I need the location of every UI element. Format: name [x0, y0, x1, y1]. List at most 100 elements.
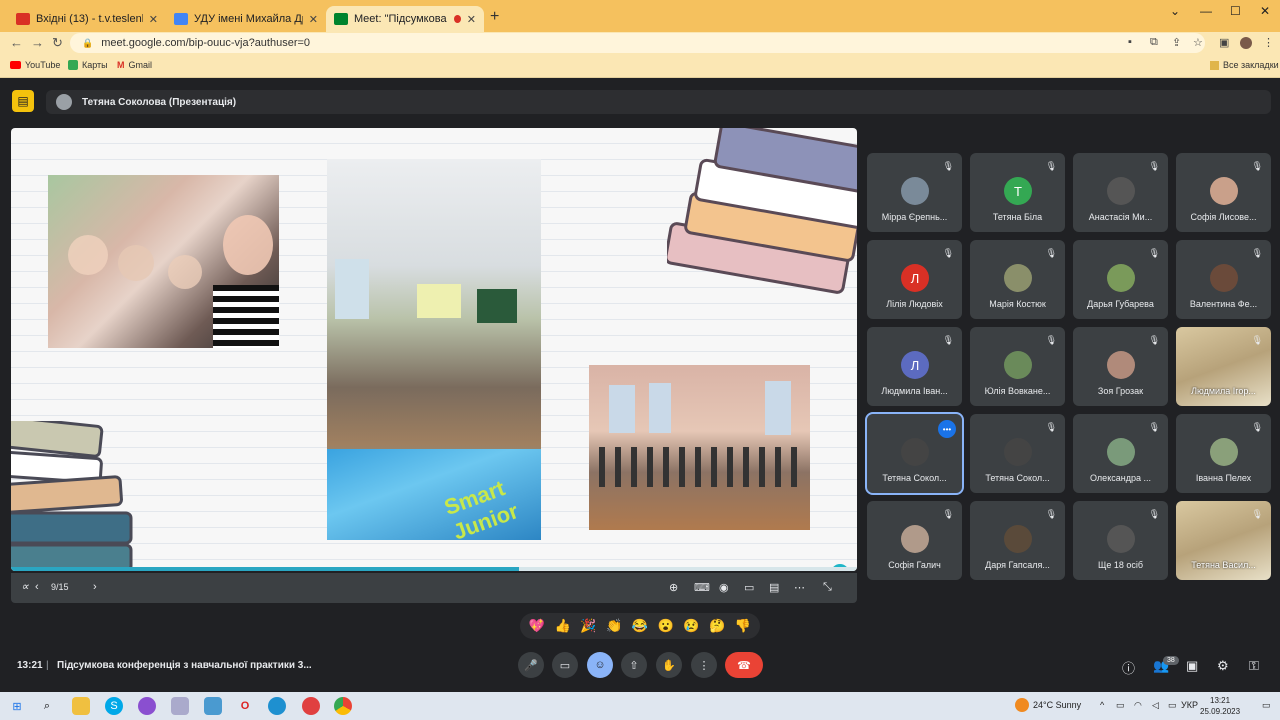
- close-icon[interactable]: ✕: [467, 13, 476, 26]
- annotate-icon[interactable]: ∝: [21, 580, 29, 593]
- camera-button[interactable]: ▭: [552, 652, 578, 678]
- reaction-emoji-button[interactable]: 😢: [683, 618, 699, 634]
- next-slide-button[interactable]: ›: [93, 581, 97, 593]
- reaction-emoji-button[interactable]: 👏: [606, 618, 622, 634]
- participant-tile[interactable]: Т 🎙 Тетяна Біла: [970, 153, 1065, 232]
- new-tab-button[interactable]: +: [490, 8, 499, 26]
- bookmark-maps[interactable]: Карты: [68, 60, 108, 70]
- meeting-controls-bar: 13:21 | Підсумкова конференція з навчаль…: [0, 646, 1280, 692]
- participant-tile[interactable]: 🎙 Олександра ...: [1073, 414, 1168, 493]
- close-icon[interactable]: ✕: [149, 13, 158, 26]
- reload-button[interactable]: ↻: [52, 35, 63, 51]
- share-icon[interactable]: ⇪: [1172, 36, 1181, 49]
- activities-icon[interactable]: ⚙: [1217, 658, 1229, 674]
- all-bookmarks[interactable]: Все закладки: [1210, 60, 1279, 70]
- address-bar[interactable]: 🔒 meet.google.com/bip-ouuc-vja?authuser=…: [70, 33, 1205, 53]
- tab-university[interactable]: УДУ імені Михайла Драгоманов ✕: [166, 6, 326, 32]
- more-options-button[interactable]: ⋮: [691, 652, 717, 678]
- app-icon-3[interactable]: [302, 697, 320, 715]
- exit-fullscreen-icon[interactable]: ⤡: [823, 581, 832, 594]
- search-icon[interactable]: ⌕: [38, 697, 56, 715]
- microphone-button[interactable]: 🎤: [518, 652, 544, 678]
- keyboard-icon[interactable]: ⌨: [694, 581, 710, 594]
- language-indicator[interactable]: УКР: [1181, 700, 1198, 710]
- camera-icon[interactable]: ▪: [1128, 36, 1132, 48]
- meeting-info-icon[interactable]: ⓘ: [1122, 658, 1135, 677]
- reaction-emoji-button[interactable]: 👍: [555, 618, 571, 634]
- previous-slide-button[interactable]: ‹: [35, 581, 39, 593]
- participant-tile[interactable]: Л 🎙 Людмила Іван...: [867, 327, 962, 406]
- tab-gmail[interactable]: Вхідні (13) - t.v.teslenko@npu.e ✕: [8, 6, 166, 32]
- bookmark-label: Карты: [82, 60, 108, 70]
- file-explorer-icon[interactable]: [72, 697, 90, 715]
- notifications-icon[interactable]: ▭: [1262, 700, 1271, 711]
- participant-tile[interactable]: 🎙 Юлія Вовкане...: [970, 327, 1065, 406]
- captions-icon[interactable]: ▭: [744, 581, 754, 594]
- present-screen-button[interactable]: ⇧: [621, 652, 647, 678]
- viber-icon[interactable]: [138, 697, 156, 715]
- reaction-emoji-button[interactable]: 😂: [632, 618, 648, 634]
- back-button[interactable]: ←: [10, 35, 23, 50]
- participant-tile[interactable]: 🎙 Людмила Ігор...: [1176, 327, 1271, 406]
- participant-tile[interactable]: ••• Тетяна Сокол...: [865, 412, 964, 495]
- participant-tile[interactable]: 🎙 Софія Галич: [867, 501, 962, 580]
- participant-tile[interactable]: 🎙 Тетяна Сокол...: [970, 414, 1065, 493]
- layout-icon[interactable]: ▤: [769, 581, 779, 594]
- star-icon[interactable]: ☆: [1193, 36, 1203, 49]
- system-clock[interactable]: 13:21 25.09.2023: [1200, 695, 1240, 717]
- reaction-emoji-button[interactable]: 🤔: [709, 618, 725, 634]
- profile-avatar[interactable]: [1240, 37, 1252, 49]
- participant-tile[interactable]: 🎙 Софія Лисове...: [1176, 153, 1271, 232]
- participant-tile[interactable]: 🎙 Ще 18 осіб: [1073, 501, 1168, 580]
- volume-icon[interactable]: ◁: [1152, 700, 1159, 711]
- participant-tile[interactable]: 🎙 Марія Костюк: [970, 240, 1065, 319]
- maximize-button[interactable]: ☐: [1230, 4, 1241, 18]
- more-options-icon[interactable]: ⋯: [794, 581, 805, 594]
- participant-tile[interactable]: 🎙 Валентина Фе...: [1176, 240, 1271, 319]
- participant-tile[interactable]: 🎙 Дарья Губарева: [1073, 240, 1168, 319]
- presentation-badge-icon[interactable]: ▤: [12, 90, 34, 112]
- leave-call-button[interactable]: ☎: [725, 652, 763, 678]
- reaction-emoji-button[interactable]: 🎉: [580, 618, 596, 634]
- chevron-down-icon[interactable]: ⌄: [1170, 4, 1180, 18]
- emoji-reaction-button[interactable]: ☺: [587, 652, 613, 678]
- participant-tile[interactable]: Л 🎙 Лілія Людовіх: [867, 240, 962, 319]
- network-icon[interactable]: ▭: [1116, 700, 1125, 711]
- raise-hand-button[interactable]: ✋: [656, 652, 682, 678]
- participant-tile[interactable]: 🎙 Мірра Єрепнь...: [867, 153, 962, 232]
- reaction-emoji-button[interactable]: 💖: [529, 618, 545, 634]
- close-icon[interactable]: ✕: [309, 13, 318, 26]
- sidepanel-icon[interactable]: ▣: [1219, 36, 1229, 49]
- participant-tile[interactable]: 🎙 Іванна Пелех: [1176, 414, 1271, 493]
- reaction-emoji-button[interactable]: 😮: [658, 618, 674, 634]
- close-window-button[interactable]: ✕: [1260, 4, 1270, 18]
- participant-tile[interactable]: 🎙 Тетяна Васил...: [1176, 501, 1271, 580]
- edge-icon[interactable]: [268, 697, 286, 715]
- minimize-button[interactable]: —: [1200, 4, 1212, 18]
- zoom-icon[interactable]: ⊕: [669, 581, 678, 594]
- host-controls-icon[interactable]: ⚿: [1249, 658, 1259, 674]
- wifi-icon[interactable]: ◠: [1134, 700, 1142, 711]
- start-icon[interactable]: ⊞: [8, 697, 26, 715]
- skype-icon[interactable]: S: [105, 697, 123, 715]
- translate-icon[interactable]: ⧉: [1150, 36, 1158, 49]
- participant-tile[interactable]: 🎙 Зоя Грозак: [1073, 327, 1168, 406]
- participant-tile[interactable]: 🎙 Анастасія Ми...: [1073, 153, 1168, 232]
- tab-meet[interactable]: Meet: "Підсумкова конфере ✕: [326, 6, 484, 32]
- menu-icon[interactable]: ⋮: [1263, 36, 1274, 49]
- chevron-up-icon[interactable]: ^: [1100, 700, 1104, 710]
- chat-icon[interactable]: ▣: [1186, 658, 1198, 674]
- participant-tile[interactable]: 🎙 Даря Гапсаля...: [970, 501, 1065, 580]
- bookmark-gmail[interactable]: M Gmail: [117, 60, 152, 70]
- books-illustration-top: [667, 128, 857, 294]
- forward-button[interactable]: →: [31, 35, 44, 50]
- opera-icon[interactable]: O: [236, 697, 254, 715]
- chrome-icon[interactable]: [334, 697, 352, 715]
- app-icon-2[interactable]: [204, 697, 222, 715]
- weather-text[interactable]: 24°C Sunny: [1033, 700, 1081, 710]
- audio-icon[interactable]: ◉: [719, 581, 729, 594]
- reaction-emoji-button[interactable]: 👎: [735, 618, 751, 634]
- bookmark-youtube[interactable]: YouTube: [10, 60, 60, 70]
- battery-icon[interactable]: ▭: [1168, 700, 1177, 711]
- app-icon[interactable]: [171, 697, 189, 715]
